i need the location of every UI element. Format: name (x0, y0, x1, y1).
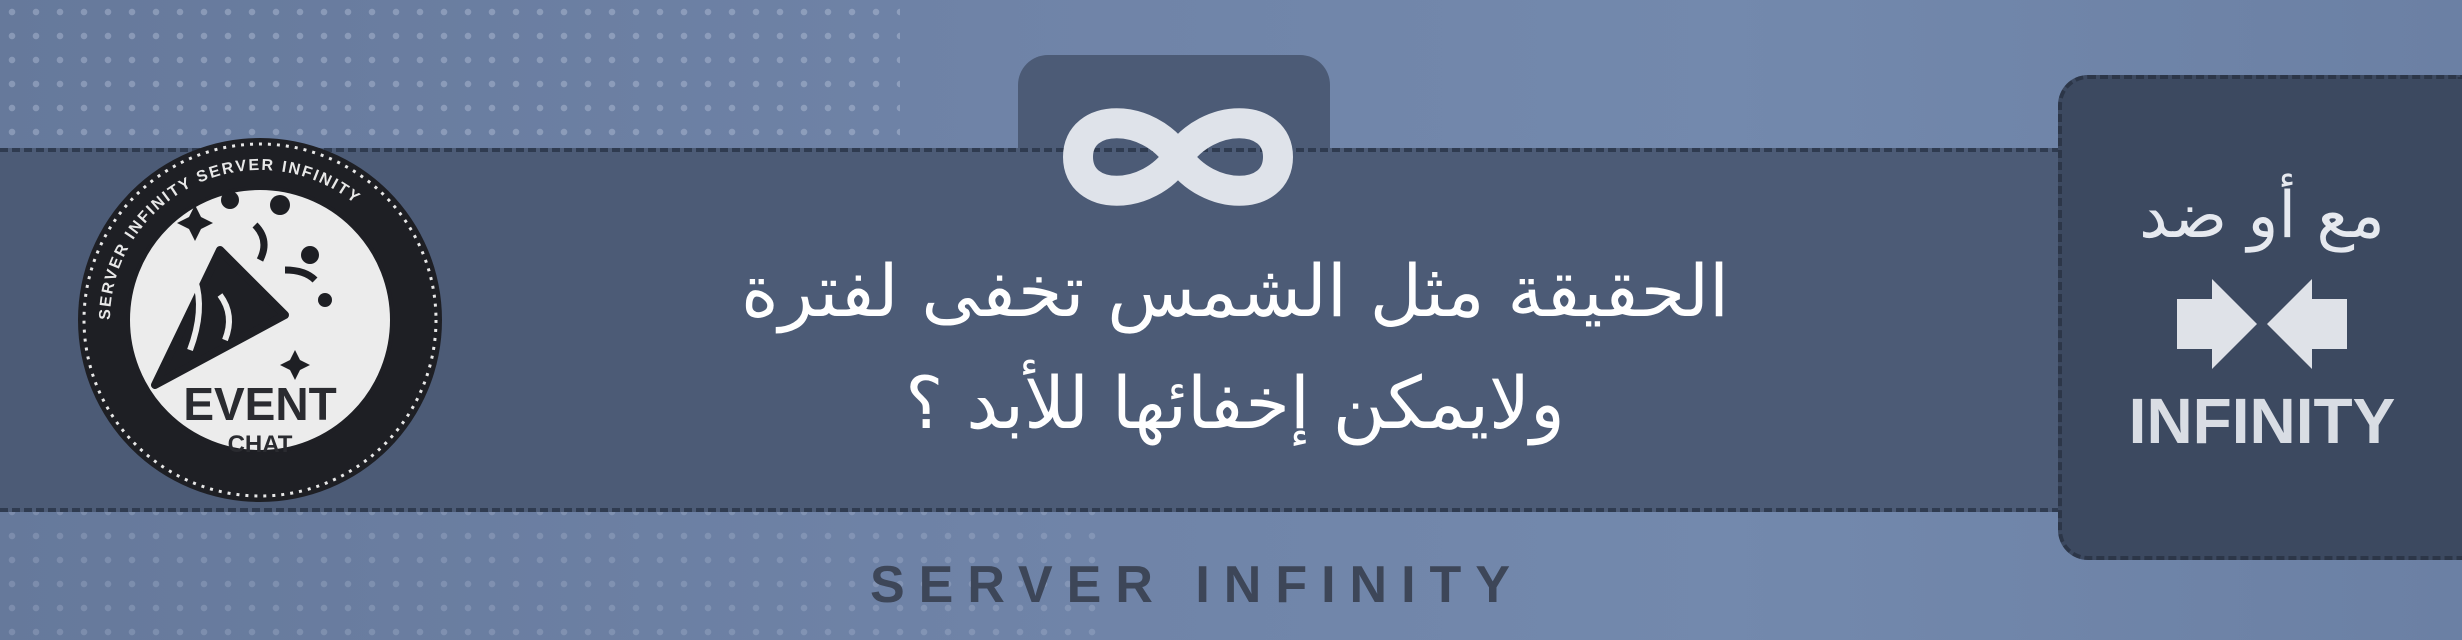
banner: الحقيقة مثل الشمس تخفى لفترة ولايمكن إخف… (0, 0, 2462, 640)
badge-title: EVENT (183, 378, 336, 430)
badge-subtitle: CHAT (228, 431, 293, 458)
inward-arrows-icon (2177, 279, 2347, 369)
headline: الحقيقة مثل الشمس تخفى لفترة ولايمكن إخف… (450, 235, 2020, 459)
infinity-icon (1062, 108, 1294, 206)
footer-text: SERVER INFINITY (870, 556, 1525, 614)
side-panel-brand: INFINITY (2128, 385, 2396, 457)
dot-pattern-top (0, 0, 900, 150)
headline-line-2: ولايمكن إخفائها للأبد ؟ (905, 361, 1565, 445)
side-panel-arabic-label: مع أو ضد (2139, 179, 2385, 253)
event-chat-badge: SERVER INFINITY SERVER INFINITY EVENT CH… (78, 138, 442, 502)
headline-line-1: الحقيقة مثل الشمس تخفى لفترة (740, 249, 1730, 333)
side-panel: مع أو ضد INFINITY (2058, 75, 2462, 560)
